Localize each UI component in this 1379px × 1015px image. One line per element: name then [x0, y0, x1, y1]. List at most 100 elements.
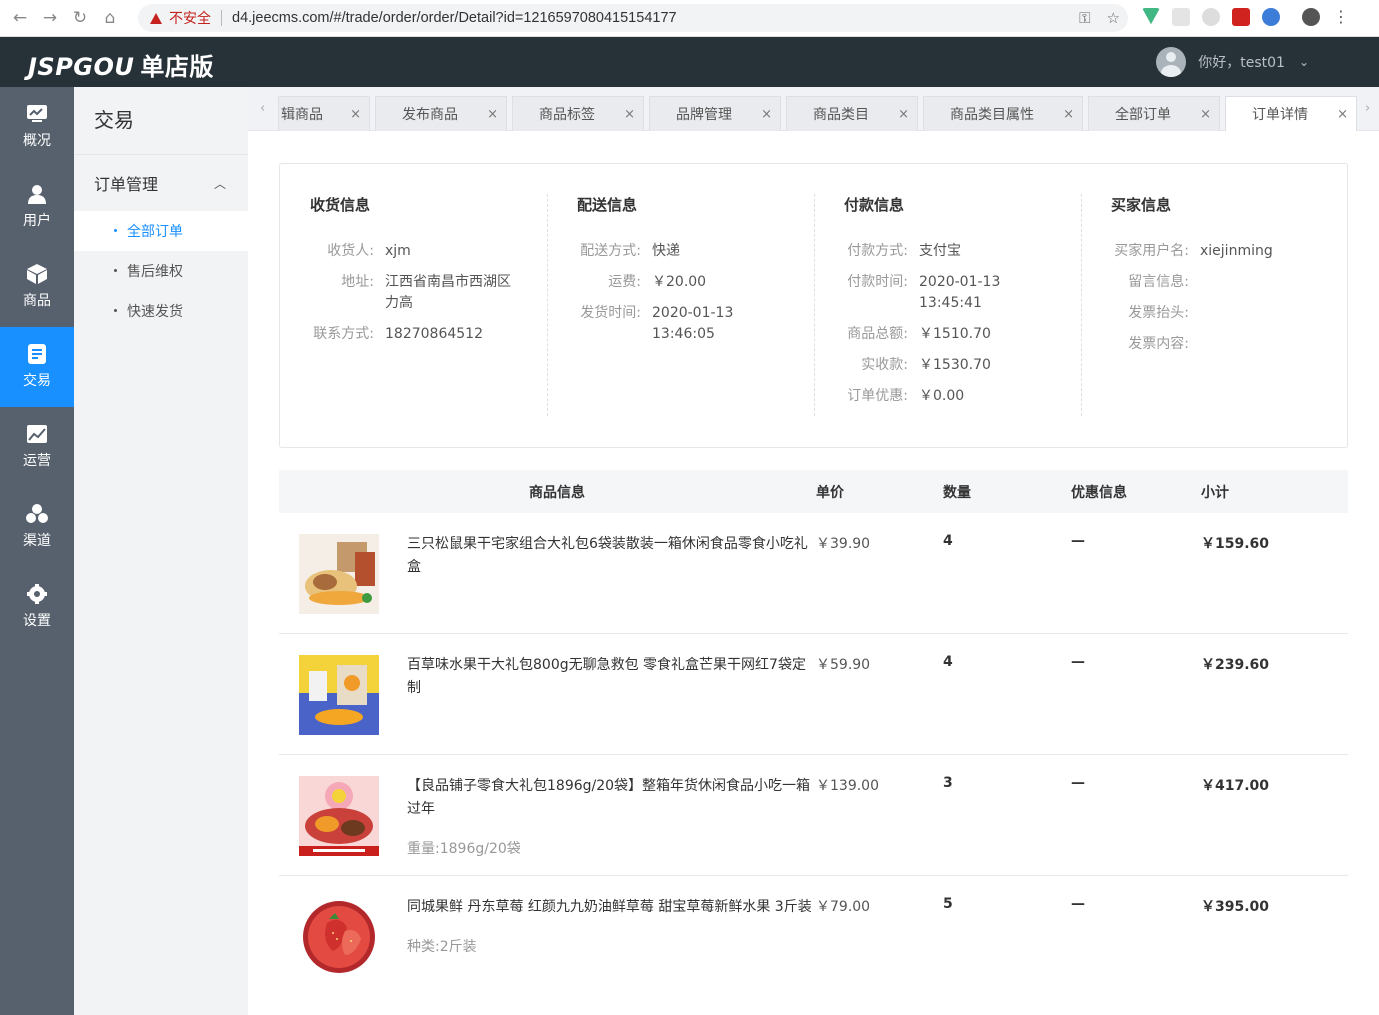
channels-icon — [26, 504, 48, 523]
header-subtotal: 小计 — [1201, 485, 1229, 501]
menu-icon[interactable]: ⋮ — [1332, 8, 1350, 26]
discount-info: — — [1071, 533, 1085, 549]
browser-toolbar: ← → ↻ ⌂ 不安全 d4.jeecms.com/#/trade/order/… — [0, 0, 1379, 37]
vue-extension-icon[interactable] — [1142, 8, 1160, 25]
tab-order-detail[interactable]: 订单详情 × — [1225, 96, 1357, 131]
header-price: 单价 — [816, 485, 844, 501]
warning-icon — [150, 12, 162, 24]
chevron-left-icon[interactable]: ‹ — [260, 101, 265, 116]
tab-edit-product[interactable]: 辑商品 × — [278, 96, 370, 131]
delivery-info-title: 配送信息 — [577, 196, 638, 214]
url-divider — [221, 10, 222, 26]
table-row: 同城果鲜 丹东草莓 红颜九九奶油鲜草莓 甜宝草莓新鲜水果 3斤装 种类:2斤装 … — [279, 876, 1348, 997]
tab-publish-product[interactable]: 发布商品 × — [375, 96, 507, 131]
user-menu[interactable]: 你好，test01 ⌄ — [1156, 47, 1309, 77]
table-row: 百草味水果干大礼包800g无聊急救包 零食礼盒芒果干网红7袋定制 ￥59.90 … — [279, 634, 1348, 755]
subnav-item-after-sales[interactable]: 售后维权 — [74, 251, 248, 291]
close-icon[interactable]: × — [1063, 107, 1074, 122]
product-name[interactable]: 【良品铺子零食大礼包1896g/20袋】整箱年货休闲食品小吃一箱过年 — [407, 775, 817, 821]
back-icon[interactable]: ← — [8, 6, 32, 30]
profile-icon[interactable] — [1302, 8, 1320, 26]
extension-icon[interactable] — [1202, 8, 1220, 26]
cube-icon — [27, 264, 47, 284]
close-icon[interactable]: × — [1200, 107, 1211, 122]
product-image[interactable] — [299, 534, 379, 614]
quantity: 5 — [943, 896, 953, 912]
chevron-up-icon: ︿ — [213, 176, 226, 191]
extension-icon[interactable] — [1172, 8, 1190, 26]
column-divider — [1081, 194, 1082, 416]
receive-info-title: 收货信息 — [310, 196, 371, 214]
tab-bar: ‹ 辑商品 × 发布商品 × 商品标签 × 品牌管理 × 商品类目 × 商品类目属性 × 全… — [248, 87, 1379, 131]
payment-info: 付款信息 付款方式: 支付宝 付款时间: 2020-01-13 13:45:41 商品… — [844, 196, 1001, 404]
nav-item-channels[interactable]: 渠道 — [0, 487, 74, 567]
dashboard-icon — [27, 105, 47, 122]
close-icon[interactable]: × — [898, 107, 909, 122]
close-icon[interactable]: × — [487, 107, 498, 122]
nav-item-overview[interactable]: 概况 — [0, 87, 74, 167]
subnav-item-quick-ship[interactable]: 快速发货 — [74, 291, 248, 331]
subtotal: ￥417.00 — [1201, 778, 1270, 794]
header-qty: 数量 — [943, 485, 971, 501]
home-icon[interactable]: ⌂ — [98, 6, 122, 30]
column-divider — [547, 194, 548, 416]
chevron-right-icon[interactable]: › — [1365, 101, 1370, 116]
unit-price: ￥59.90 — [816, 657, 871, 673]
nav-item-operations[interactable]: 运营 — [0, 407, 74, 487]
logo: JSPGOU 单店版 — [28, 53, 214, 81]
nav-item-trade[interactable]: 交易 — [0, 327, 74, 407]
url-text[interactable]: d4.jeecms.com/#/trade/order/order/Detail… — [232, 10, 677, 26]
main-nav: 概况 用户 商品 交易 运营 渠道 设置 — [0, 87, 74, 1015]
product-name[interactable]: 三只松鼠果干宅家组合大礼包6袋装散装一箱休闲食品零食小吃礼盒 — [407, 533, 817, 579]
chart-icon — [27, 425, 47, 443]
forward-icon[interactable]: → — [38, 6, 62, 30]
tab-category-attributes[interactable]: 商品类目属性 × — [923, 96, 1083, 131]
subnav-item-all-orders[interactable]: 全部订单 — [74, 211, 248, 251]
tab-brand-management[interactable]: 品牌管理 × — [649, 96, 781, 131]
header-discount: 优惠信息 — [1071, 485, 1127, 501]
star-icon[interactable]: ☆ — [1107, 9, 1120, 27]
close-icon[interactable]: × — [350, 107, 361, 122]
globe-extension-icon[interactable] — [1262, 8, 1280, 26]
address-bar[interactable]: 不安全 d4.jeecms.com/#/trade/order/order/De… — [138, 4, 1128, 32]
nav-item-users[interactable]: 用户 — [0, 167, 74, 247]
close-icon[interactable]: × — [761, 107, 772, 122]
subtotal: ￥159.60 — [1201, 536, 1270, 552]
close-icon[interactable]: × — [1337, 107, 1348, 122]
quantity: 4 — [943, 533, 953, 549]
buyer-info-title: 买家信息 — [1111, 196, 1172, 214]
gear-icon — [27, 584, 47, 604]
nav-item-settings[interactable]: 设置 — [0, 567, 74, 647]
subnav-group-order-management[interactable]: 订单管理 ︿ — [74, 155, 248, 211]
avatar — [1156, 47, 1187, 77]
fe-extension-icon[interactable] — [1232, 8, 1250, 26]
order-info-panel: 收货信息 收货人: xjm 地址: 江西省南昌市西湖区 力高 联系方式: 1827086… — [279, 163, 1348, 448]
product-name[interactable]: 同城果鲜 丹东草莓 红颜九九奶油鲜草莓 甜宝草莓新鲜水果 3斤装 — [407, 896, 827, 919]
tab-all-orders[interactable]: 全部订单 × — [1088, 96, 1220, 131]
subnav-title: 交易 — [74, 87, 248, 155]
subtotal: ￥395.00 — [1201, 899, 1270, 915]
quantity: 3 — [943, 775, 953, 791]
key-icon[interactable]: ⚿ — [1079, 9, 1090, 27]
insecure-indicator[interactable]: 不安全 — [150, 8, 211, 28]
product-image[interactable] — [299, 897, 379, 977]
nav-item-products[interactable]: 商品 — [0, 247, 74, 327]
discount-info: — — [1071, 654, 1085, 670]
table-row: 三只松鼠果干宅家组合大礼包6袋装散装一箱休闲食品零食小吃礼盒 ￥39.90 4 … — [279, 513, 1348, 634]
product-image[interactable] — [299, 776, 379, 856]
order-detail-content: 收货信息 收货人: xjm 地址: 江西省南昌市西湖区 力高 联系方式: 1827086… — [248, 131, 1379, 1015]
close-icon[interactable]: × — [624, 107, 635, 122]
discount-info: — — [1071, 775, 1085, 791]
tab-product-category[interactable]: 商品类目 × — [786, 96, 918, 131]
column-divider — [814, 194, 815, 416]
sub-nav: 交易 订单管理 ︿ 全部订单 售后维权 快速发货 — [74, 87, 248, 1015]
chevron-down-icon: ⌄ — [1298, 55, 1309, 69]
tab-product-tags[interactable]: 商品标签 × — [512, 96, 644, 131]
product-image[interactable] — [299, 655, 379, 735]
unit-price: ￥39.90 — [816, 536, 871, 552]
reload-icon[interactable]: ↻ — [68, 6, 92, 30]
document-icon — [28, 344, 46, 364]
user-icon — [28, 185, 46, 204]
product-name[interactable]: 百草味水果干大礼包800g无聊急救包 零食礼盒芒果干网红7袋定制 — [407, 654, 817, 700]
receive-info: 收货信息 收货人: xjm 地址: 江西省南昌市西湖区 力高 联系方式: 1827086… — [310, 196, 511, 342]
